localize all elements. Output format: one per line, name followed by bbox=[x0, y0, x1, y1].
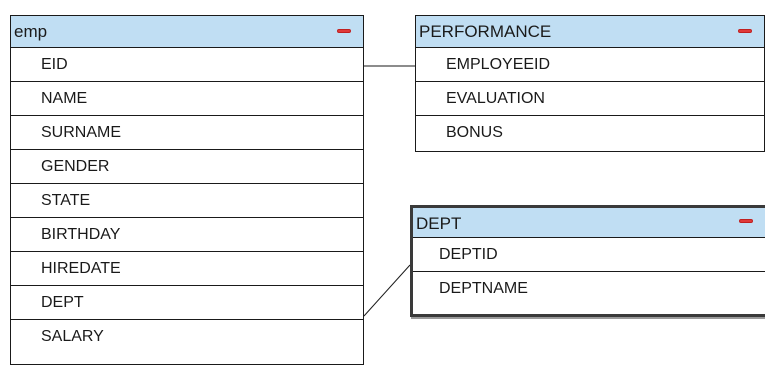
field-label: STATE bbox=[41, 192, 91, 209]
collapse-button-dept[interactable] bbox=[735, 208, 765, 237]
field-row-bonus[interactable]: BONUS bbox=[416, 116, 764, 150]
table-header-performance[interactable]: PERFORMANCE bbox=[416, 16, 764, 48]
field-row-employeeid[interactable]: EMPLOYEEID bbox=[416, 48, 764, 82]
field-label: EID bbox=[41, 56, 68, 73]
table-performance[interactable]: PERFORMANCE EMPLOYEEID EVALUATION BONUS bbox=[415, 15, 765, 152]
field-row-name[interactable]: NAME bbox=[11, 82, 363, 116]
field-row-dept[interactable]: DEPT bbox=[11, 286, 363, 320]
relationship-line-dept-deptid bbox=[363, 264, 411, 317]
field-label: BONUS bbox=[446, 124, 503, 141]
field-label: DEPT bbox=[41, 294, 84, 311]
field-row-surname[interactable]: SURNAME bbox=[11, 116, 363, 150]
field-row-eid[interactable]: EID bbox=[11, 48, 363, 82]
minus-icon bbox=[738, 29, 752, 33]
collapse-button-emp[interactable] bbox=[331, 16, 363, 47]
table-header-dept[interactable]: DEPT bbox=[413, 208, 765, 238]
field-row-hiredate[interactable]: HIREDATE bbox=[11, 252, 363, 286]
field-row-salary[interactable]: SALARY bbox=[11, 320, 363, 354]
field-label: HIREDATE bbox=[41, 260, 121, 277]
field-row-deptname[interactable]: DEPTNAME bbox=[413, 272, 765, 306]
table-title-performance: PERFORMANCE bbox=[419, 22, 552, 41]
table-emp[interactable]: emp EID NAME SURNAME GENDER STATE BIRTHD… bbox=[10, 15, 364, 365]
field-label: EMPLOYEEID bbox=[446, 56, 551, 73]
field-label: GENDER bbox=[41, 158, 110, 175]
field-row-deptid[interactable]: DEPTID bbox=[413, 238, 765, 272]
collapse-button-performance[interactable] bbox=[732, 16, 764, 47]
table-title-dept: DEPT bbox=[416, 214, 462, 233]
field-label: NAME bbox=[41, 90, 88, 107]
table-header-emp[interactable]: emp bbox=[11, 16, 363, 48]
field-label: SALARY bbox=[41, 328, 104, 345]
minus-icon bbox=[337, 29, 351, 33]
field-label: EVALUATION bbox=[446, 90, 545, 107]
field-row-gender[interactable]: GENDER bbox=[11, 150, 363, 184]
minus-icon bbox=[739, 219, 753, 223]
field-label: BIRTHDAY bbox=[41, 226, 121, 243]
field-label: SURNAME bbox=[41, 124, 122, 141]
table-dept[interactable]: DEPT DEPTID DEPTNAME bbox=[410, 205, 765, 317]
field-row-state[interactable]: STATE bbox=[11, 184, 363, 218]
field-label: DEPTID bbox=[439, 246, 498, 263]
table-title-emp: emp bbox=[14, 22, 48, 41]
field-row-evaluation[interactable]: EVALUATION bbox=[416, 82, 764, 116]
field-label: DEPTNAME bbox=[439, 280, 528, 297]
field-row-birthday[interactable]: BIRTHDAY bbox=[11, 218, 363, 252]
